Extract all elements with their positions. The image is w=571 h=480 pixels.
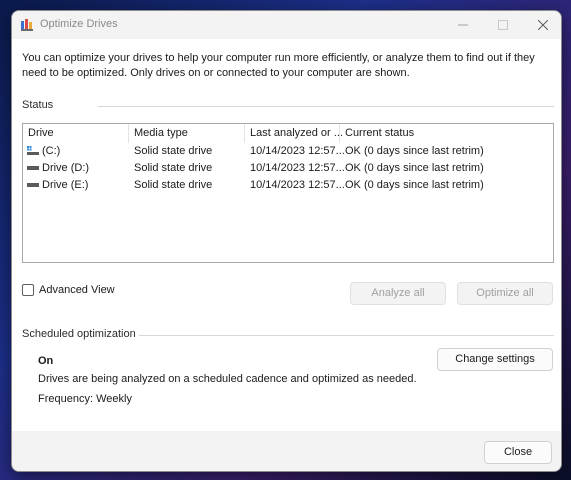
system-drive-icon bbox=[27, 146, 39, 155]
title-bar[interactable]: Optimize Drives bbox=[12, 11, 561, 39]
column-header-last-analyzed[interactable]: Last analyzed or ... bbox=[250, 127, 343, 139]
column-header-media-type[interactable]: Media type bbox=[134, 127, 188, 139]
minimize-button[interactable] bbox=[443, 11, 483, 39]
maximize-button[interactable] bbox=[483, 11, 523, 39]
close-icon bbox=[538, 20, 548, 30]
schedule-frequency: Frequency: Weekly bbox=[38, 393, 132, 405]
drive-name: (C:) bbox=[42, 145, 61, 157]
analyze-all-button[interactable]: Analyze all bbox=[350, 282, 446, 305]
intro-text: You can optimize your drives to help you… bbox=[22, 52, 535, 79]
column-separator[interactable] bbox=[244, 124, 245, 143]
drives-list-header: Drive Media type Last analyzed or ... Cu… bbox=[23, 124, 553, 143]
schedule-state: On bbox=[38, 355, 54, 367]
drives-list[interactable]: Drive Media type Last analyzed or ... Cu… bbox=[22, 123, 554, 263]
column-header-drive[interactable]: Drive bbox=[28, 127, 54, 139]
column-separator[interactable] bbox=[128, 124, 129, 143]
status-divider bbox=[98, 106, 554, 107]
media-type: Solid state drive bbox=[134, 145, 213, 157]
window-title: Optimize Drives bbox=[40, 18, 118, 30]
drive-row-d[interactable]: Drive (D:) Solid state drive 10/14/2023 … bbox=[23, 160, 553, 177]
optimize-drives-window: Optimize Drives You can optimize your dr… bbox=[11, 10, 562, 472]
current-status: OK (0 days since last retrim) bbox=[345, 145, 484, 157]
optimize-drives-app-icon bbox=[21, 19, 33, 31]
last-analyzed: 10/14/2023 12:57... bbox=[250, 162, 345, 174]
advanced-view-checkbox[interactable] bbox=[22, 284, 34, 296]
drive-row-c[interactable]: (C:) Solid state drive 10/14/2023 12:57.… bbox=[23, 143, 553, 160]
column-separator[interactable] bbox=[339, 124, 340, 143]
close-button[interactable]: Close bbox=[484, 441, 552, 464]
scheduled-divider bbox=[139, 335, 554, 336]
drive-row-e[interactable]: Drive (E:) Solid state drive 10/14/2023 … bbox=[23, 177, 553, 194]
close-window-button[interactable] bbox=[523, 11, 561, 39]
maximize-icon bbox=[498, 20, 508, 30]
media-type: Solid state drive bbox=[134, 179, 213, 191]
current-status: OK (0 days since last retrim) bbox=[345, 162, 484, 174]
drive-name: Drive (D:) bbox=[42, 162, 90, 174]
advanced-view-label[interactable]: Advanced View bbox=[39, 284, 115, 296]
change-settings-button[interactable]: Change settings bbox=[437, 348, 553, 371]
media-type: Solid state drive bbox=[134, 162, 213, 174]
schedule-description: Drives are being analyzed on a scheduled… bbox=[38, 373, 417, 385]
column-header-current-status[interactable]: Current status bbox=[345, 127, 414, 139]
optimize-all-button[interactable]: Optimize all bbox=[457, 282, 553, 305]
last-analyzed: 10/14/2023 12:57... bbox=[250, 179, 345, 191]
drive-name: Drive (E:) bbox=[42, 179, 89, 191]
content-area: You can optimize your drives to help you… bbox=[12, 39, 561, 431]
drive-icon bbox=[27, 183, 39, 187]
minimize-icon bbox=[458, 24, 468, 26]
scheduled-section-label: Scheduled optimization bbox=[22, 328, 136, 340]
dialog-footer: Close bbox=[12, 431, 561, 471]
last-analyzed: 10/14/2023 12:57... bbox=[250, 145, 345, 157]
current-status: OK (0 days since last retrim) bbox=[345, 179, 484, 191]
status-section-label: Status bbox=[22, 99, 54, 111]
drive-icon bbox=[27, 166, 39, 170]
